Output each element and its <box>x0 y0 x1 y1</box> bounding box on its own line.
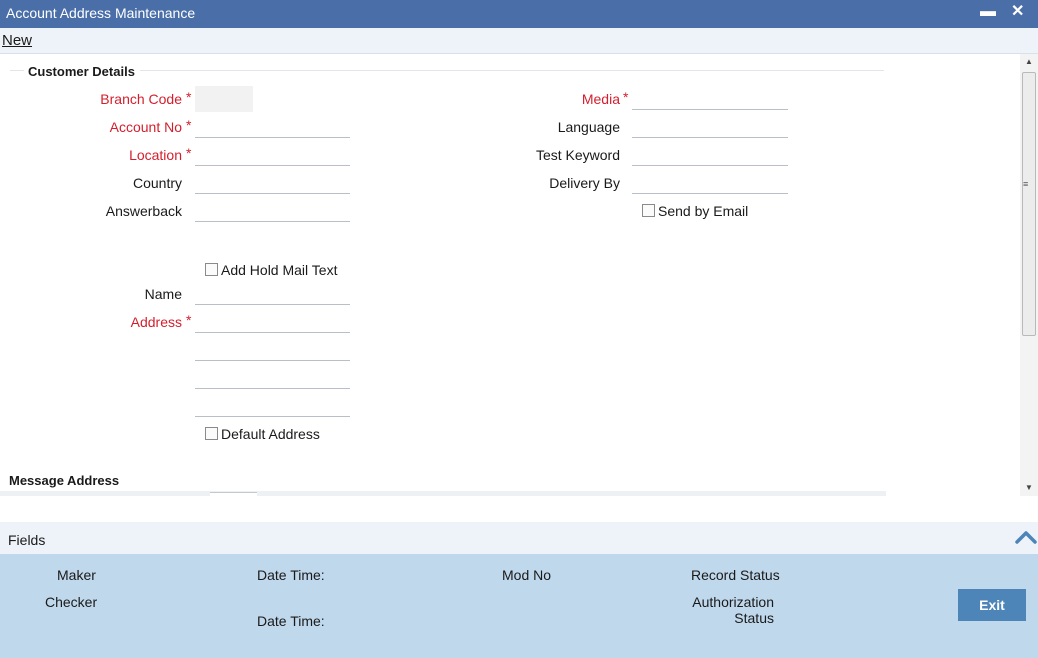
menu-bar: New <box>0 28 1038 54</box>
scroll-grip-icon: ≡ <box>1023 179 1029 189</box>
test-keyword-label: Test Keyword <box>535 147 620 163</box>
default-address-label: Default Address <box>221 426 320 442</box>
minimize-icon[interactable]: ▬ <box>980 2 996 22</box>
account-no-label: Account No <box>109 119 182 135</box>
default-address-checkbox[interactable] <box>205 427 218 440</box>
address-line-4-field[interactable] <box>195 391 350 417</box>
scroll-down-icon[interactable]: ▼ <box>1020 480 1038 496</box>
maker-label: Maker <box>57 567 96 583</box>
address-line-1-field[interactable] <box>195 307 350 333</box>
checker-date-time-label: Date Time: <box>257 613 325 629</box>
name-field[interactable] <box>195 279 350 305</box>
add-hold-mail-text-checkbox[interactable] <box>205 263 218 276</box>
answerback-field[interactable] <box>195 196 350 222</box>
message-address-title: Message Address <box>9 473 120 488</box>
authorization-status-label-line1: Authorization <box>692 594 774 610</box>
section-divider <box>10 70 24 71</box>
required-marker: * <box>186 312 192 328</box>
send-by-email-label: Send by Email <box>658 203 749 219</box>
section-divider <box>140 70 884 71</box>
answerback-label: Answerback <box>105 203 182 219</box>
send-by-email-checkbox[interactable] <box>642 204 655 217</box>
media-label: Media <box>581 91 620 107</box>
scroll-thumb[interactable] <box>1022 72 1036 336</box>
delivery-by-field[interactable] <box>632 168 788 194</box>
chevron-up-icon[interactable] <box>1014 526 1038 546</box>
maker-date-time-label: Date Time: <box>257 567 325 583</box>
checker-label: Checker <box>45 594 98 610</box>
media-field[interactable] <box>632 84 788 110</box>
exit-button[interactable]: Exit <box>958 589 1026 621</box>
name-label: Name <box>144 286 182 302</box>
record-status-label: Record Status <box>691 567 780 583</box>
required-marker: * <box>186 117 192 133</box>
language-label: Language <box>557 119 620 135</box>
test-keyword-field[interactable] <box>632 140 788 166</box>
location-field[interactable] <box>195 140 350 166</box>
fields-bar: Fields <box>0 522 1038 554</box>
required-marker: * <box>186 145 192 161</box>
fields-label: Fields <box>8 532 46 548</box>
address-label: Address <box>130 314 182 330</box>
address-line-2-field[interactable] <box>195 335 350 361</box>
account-no-field[interactable] <box>195 112 350 138</box>
window-title: Account Address Maintenance <box>6 5 196 21</box>
customer-details-title: Customer Details <box>28 64 135 79</box>
new-menu-item[interactable]: New <box>2 32 32 49</box>
language-field[interactable] <box>632 112 788 138</box>
close-icon[interactable]: ✕ <box>1011 2 1024 22</box>
audit-panel: Maker Checker Date Time: Date Time: Mod … <box>0 554 1038 658</box>
address-line-3-field[interactable] <box>195 363 350 389</box>
scroll-up-icon[interactable]: ▲ <box>1020 54 1038 70</box>
main-content: Customer Details Branch Code * Account N… <box>0 54 1020 496</box>
required-marker: * <box>186 89 192 105</box>
authorization-status-label-line2: Status <box>734 610 774 626</box>
window-title-bar: Account Address Maintenance ▬ ✕ <box>0 0 1038 28</box>
branch-code-label: Branch Code <box>100 91 182 107</box>
content-spacer <box>0 496 1038 522</box>
mod-no-label: Mod No <box>502 567 552 583</box>
delivery-by-label: Delivery By <box>549 175 620 191</box>
branch-code-field[interactable] <box>195 86 253 112</box>
vertical-scrollbar[interactable]: ▲ ≡ ▼ <box>1020 54 1038 496</box>
add-hold-mail-text-label: Add Hold Mail Text <box>221 262 338 278</box>
country-label: Country <box>132 175 182 191</box>
country-field[interactable] <box>195 168 350 194</box>
required-marker: * <box>623 89 629 105</box>
location-label: Location <box>129 147 182 163</box>
